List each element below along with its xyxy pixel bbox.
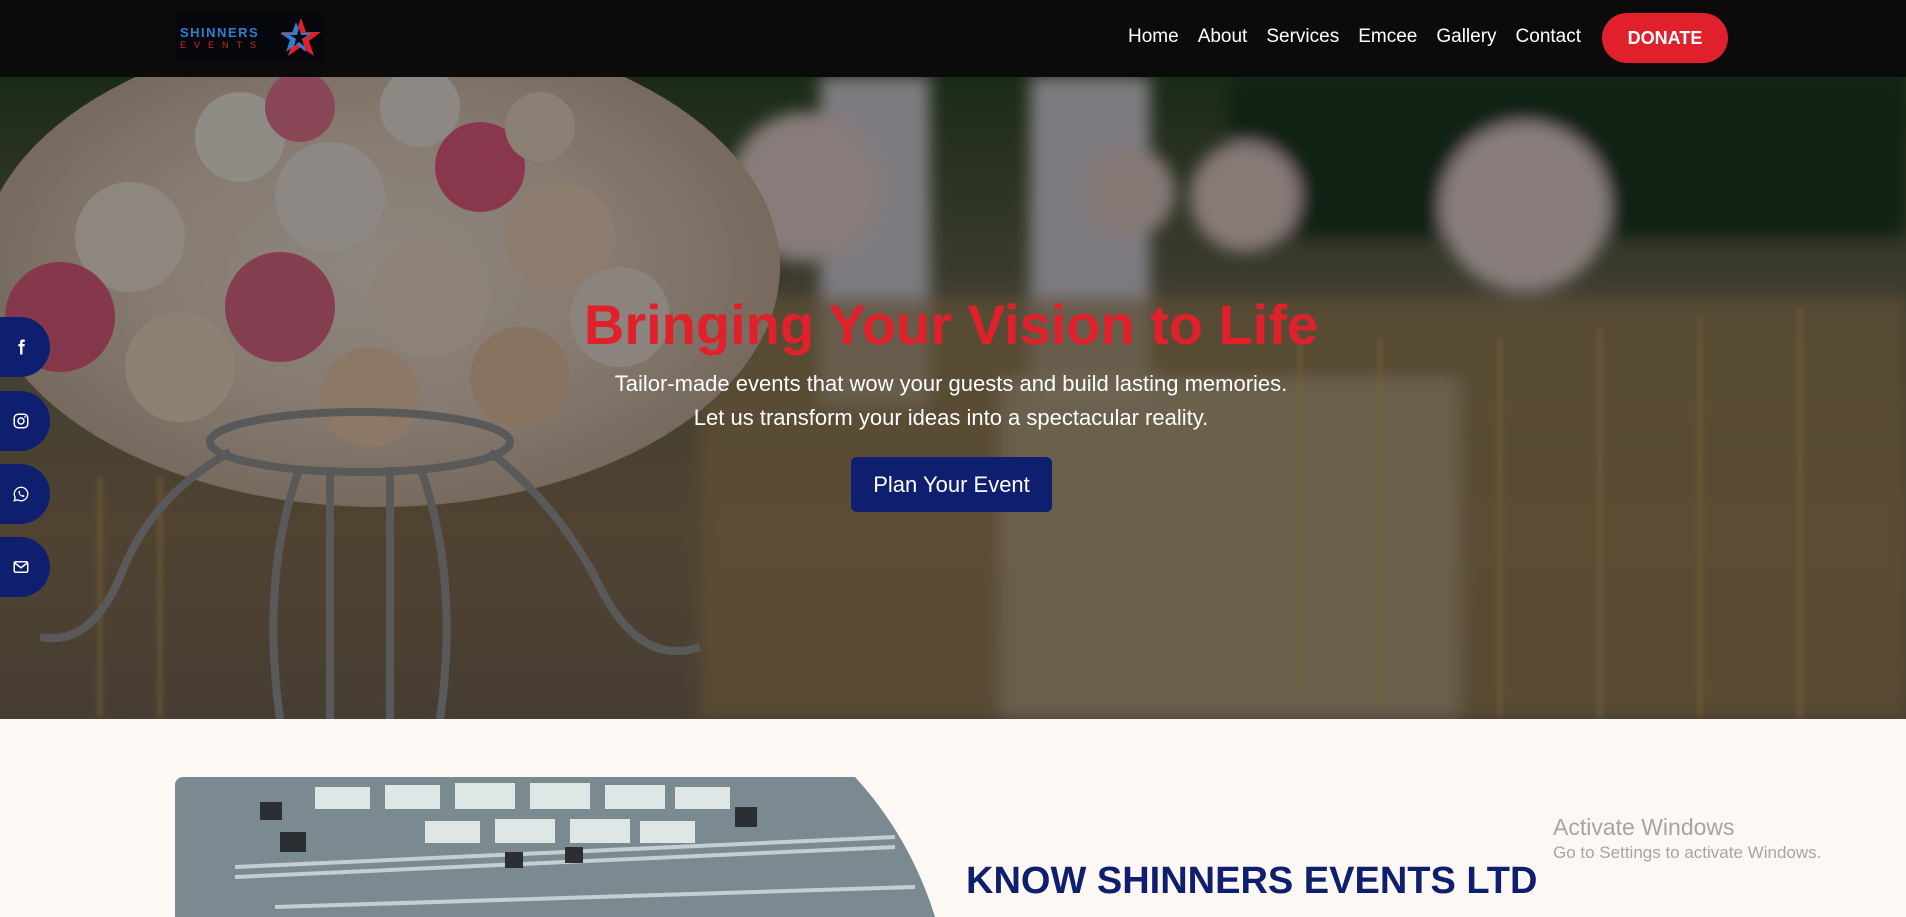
logo-name: SHINNERS [180, 25, 260, 40]
hero-title: Bringing Your Vision to Life [583, 293, 1319, 356]
instagram-icon [13, 413, 29, 429]
hero-section: Bringing Your Vision to Life Tailor-made… [0, 77, 1906, 719]
logo-text: SHINNERS EVENTS [180, 25, 264, 51]
windows-activation-watermark: Activate Windows Go to Settings to activ… [1553, 812, 1821, 864]
hero-subtitle-line-1: Tailor-made events that wow your guests … [614, 371, 1288, 396]
hero-subtitle-line-2: Let us transform your ideas into a spect… [693, 405, 1209, 430]
nav-home[interactable]: Home [1128, 26, 1179, 48]
mail-icon [13, 561, 29, 573]
brand-logo[interactable]: SHINNERS EVENTS [175, 14, 324, 62]
watermark-title: Activate Windows [1553, 814, 1735, 840]
plan-event-button[interactable]: Plan Your Event [851, 457, 1052, 512]
facebook-icon [18, 339, 25, 355]
nav-gallery[interactable]: Gallery [1436, 26, 1496, 48]
star-logo-icon [280, 18, 321, 56]
logo-tagline: EVENTS [180, 40, 265, 50]
donate-button[interactable]: DONATE [1602, 13, 1728, 63]
venue-image [175, 777, 935, 917]
site-header: SHINNERS EVENTS Home About Services Emce… [0, 0, 1906, 77]
nav-about[interactable]: About [1198, 26, 1248, 48]
about-venue-image [175, 777, 935, 917]
hero-subtitle: Tailor-made events that wow your guests … [0, 367, 1902, 435]
nav-services[interactable]: Services [1266, 26, 1339, 48]
watermark-subtitle: Go to Settings to activate Windows. [1553, 843, 1822, 862]
about-title: KNOW SHINNERS EVENTS LTD [966, 860, 1538, 902]
nav-emcee[interactable]: Emcee [1358, 26, 1417, 48]
nav-contact[interactable]: Contact [1516, 26, 1581, 48]
main-nav: Home About Services Emcee Gallery Contac… [1128, 25, 1581, 49]
whatsapp-icon [13, 486, 29, 502]
